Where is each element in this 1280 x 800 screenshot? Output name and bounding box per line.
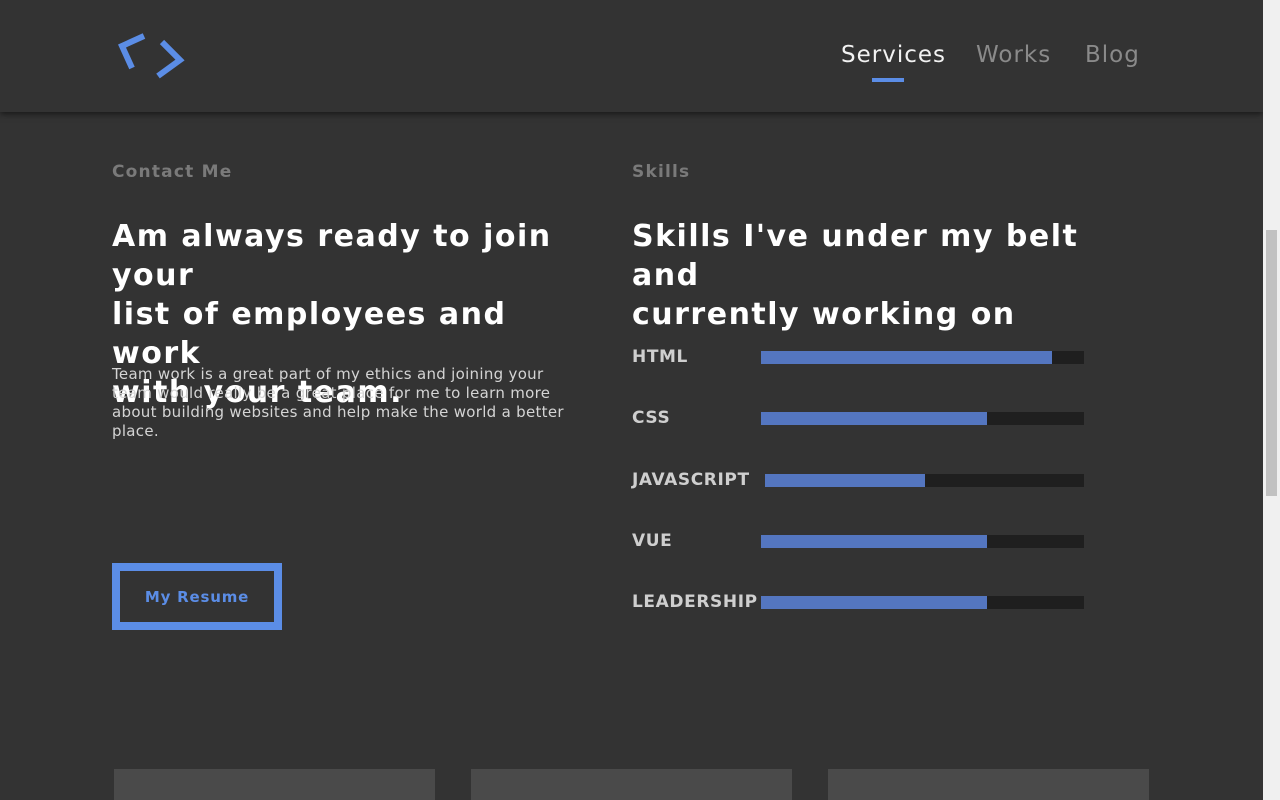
skill-label: LEADERSHIP — [632, 592, 758, 612]
nav-item-blog[interactable]: Blog — [1085, 42, 1140, 68]
skill-bar-fill — [761, 535, 988, 548]
scrollbar-thumb[interactable] — [1266, 230, 1277, 496]
contact-headline-line: list of employees and work — [112, 297, 507, 371]
skills-headline-line: currently working on — [632, 297, 1016, 332]
skill-row-leadership: LEADERSHIP — [632, 590, 1084, 614]
skill-label: HTML — [632, 347, 688, 367]
skill-bar-fill — [761, 596, 988, 609]
nav-item-services[interactable]: Services — [841, 42, 946, 68]
skill-label: CSS — [632, 408, 671, 428]
code-brackets-icon[interactable] — [118, 32, 188, 80]
contact-eyebrow: Contact Me — [112, 162, 233, 182]
resume-button[interactable]: My Resume — [112, 563, 282, 630]
card[interactable] — [828, 769, 1149, 800]
skill-row-javascript: JAVASCRIPT — [632, 468, 1084, 492]
skill-row-css: CSS — [632, 406, 1084, 430]
skill-bar-fill — [761, 351, 1052, 364]
skill-row-vue: VUE — [632, 529, 1084, 553]
skill-bar-track — [765, 474, 1084, 487]
nav-active-indicator — [872, 78, 904, 82]
nav-item-works[interactable]: Works — [976, 42, 1051, 68]
skills-headline-line: Skills I've under my belt and — [632, 219, 1079, 293]
skill-bar-track — [761, 535, 1084, 548]
skill-bar-fill — [765, 474, 925, 487]
skill-label: JAVASCRIPT — [632, 470, 750, 490]
contact-headline-line: Am always ready to join your — [112, 219, 552, 293]
skills-eyebrow: Skills — [632, 162, 691, 182]
skill-bar-track — [761, 412, 1084, 425]
contact-body: Team work is a great part of my ethics a… — [112, 365, 564, 440]
skill-bar-fill — [761, 412, 988, 425]
main-nav: Services Works Blog — [841, 42, 1141, 82]
page-scrollbar[interactable] — [1263, 0, 1280, 800]
skill-label: VUE — [632, 531, 673, 551]
page: Services Works Blog Contact Me Am always… — [0, 0, 1280, 800]
card[interactable] — [471, 769, 792, 800]
site-header: Services Works Blog — [0, 0, 1263, 112]
skills-headline: Skills I've under my belt and currently … — [632, 217, 1132, 334]
skill-bar-track — [761, 596, 1084, 609]
skill-row-html: HTML — [632, 345, 1084, 369]
card[interactable] — [114, 769, 435, 800]
skill-bar-track — [761, 351, 1084, 364]
